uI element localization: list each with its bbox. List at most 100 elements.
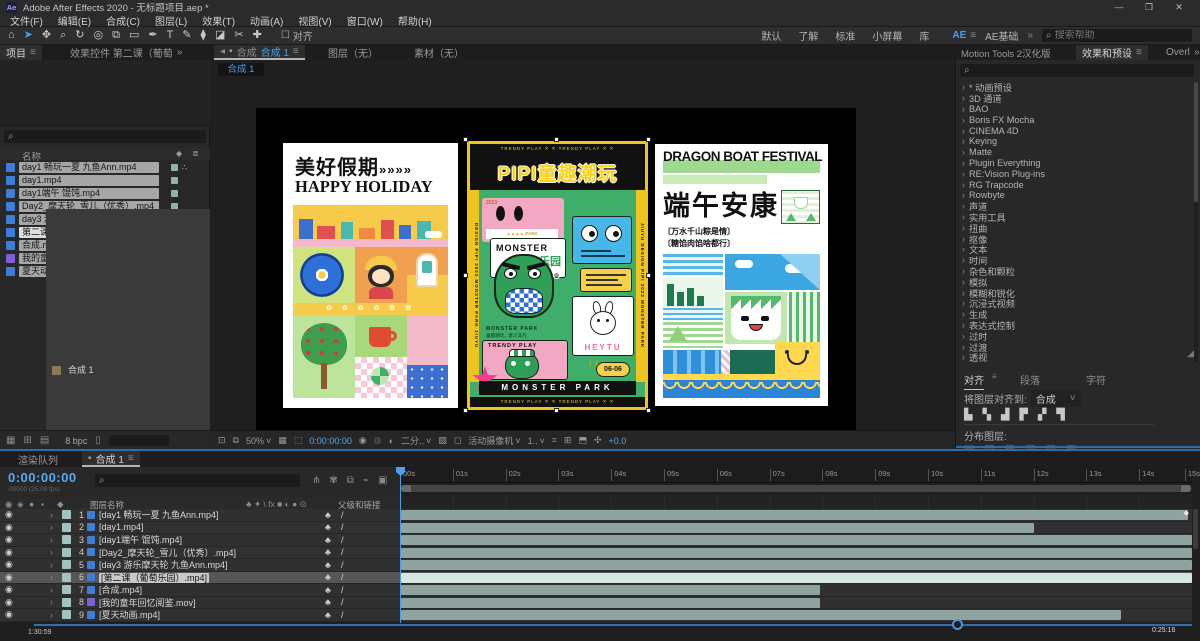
label-color-chip[interactable] (62, 610, 71, 619)
layer-duration-bar[interactable] (401, 548, 1192, 558)
timeline-layer-row[interactable]: ◉ › 8 [我的童年回忆阅鉴.mov] ♣ / @ 无 ˅ (0, 597, 1192, 610)
tag-column-icon[interactable]: ◆ (176, 149, 182, 158)
twirl-icon[interactable]: › (962, 212, 965, 222)
menu-item[interactable]: 图层(L) (155, 13, 187, 28)
label-color-chip[interactable] (171, 177, 178, 184)
timeline-zoom-slider[interactable] (34, 624, 1192, 626)
tool-button[interactable]: ✥ (42, 30, 51, 41)
label-color-chip[interactable] (62, 573, 71, 582)
twirl-icon[interactable]: › (50, 585, 62, 595)
tool-button[interactable]: T (167, 30, 174, 41)
timeline-zoom-knob[interactable] (952, 619, 963, 630)
comp-mini-tab[interactable]: 合成 1 (218, 63, 264, 76)
tool-button[interactable]: ✂ (234, 30, 243, 41)
quality-switch[interactable]: ♣ (325, 585, 341, 595)
workspace-menu-icon[interactable]: ≡ (970, 30, 976, 41)
eye-icon[interactable]: ◉ (0, 572, 14, 583)
composition-mini-flowchart-icon[interactable]: ⋔ (312, 475, 320, 486)
snap-checkbox-icon[interactable]: ☐ (281, 30, 290, 41)
tool-button[interactable]: ✒ (148, 30, 157, 41)
layer-duration-bar[interactable] (401, 560, 1192, 570)
tool-button[interactable]: ↻ (75, 30, 84, 41)
quality-switch[interactable]: ♣ (325, 522, 341, 532)
pickwhip-icon[interactable]: @ (417, 610, 431, 620)
twirl-icon[interactable]: › (962, 180, 965, 190)
parent-dropdown[interactable]: 无 (431, 571, 467, 584)
timeline-layer-row[interactable]: ◉ › 1 [day1 畅玩一夏 九鱼Ann.mp4] ♣ / @ 无 ˅ (0, 509, 1192, 522)
pickwhip-icon[interactable]: @ (417, 572, 431, 582)
effect-category-row[interactable]: › 抠像 (956, 233, 1196, 244)
label-color-chip[interactable] (62, 535, 71, 544)
twirl-icon[interactable]: › (50, 547, 62, 557)
effect-category-row[interactable]: › Boris FX Mocha (956, 114, 1196, 125)
timeline-vertical-scrollbar[interactable] (1193, 509, 1198, 549)
effects-scrollbar[interactable] (1194, 82, 1198, 362)
selection-handle[interactable] (646, 273, 651, 278)
selection-handle[interactable] (554, 137, 559, 142)
workspace-button[interactable]: 小屏幕 (872, 28, 902, 43)
interpret-footage-icon[interactable]: ▦ (6, 435, 15, 446)
project-item-row[interactable]: day1.mp4 ∴ (0, 174, 210, 187)
parent-caret-icon[interactable]: ˅ (467, 547, 472, 557)
timeline-layer-row[interactable]: ◉ › 7 [合成.mp4] ♣ / @ 无 ˅ (0, 584, 1192, 597)
quality-switch[interactable]: ♣ (325, 572, 341, 582)
pixel-aspect-icon[interactable]: ✣ (594, 435, 602, 446)
tool-button[interactable]: ➤ (24, 30, 33, 41)
effect-category-row[interactable]: › Plugin Everything (956, 158, 1196, 169)
maximize-button[interactable]: ❐ (1134, 2, 1164, 13)
tab-project[interactable]: 项目 ≡ (0, 45, 42, 60)
eye-icon[interactable]: ◉ (0, 509, 14, 520)
tab-render-queue[interactable]: 渲染队列 (12, 451, 64, 467)
quality-slash[interactable]: / (341, 610, 357, 620)
flowchart-icon[interactable]: ⌗ (552, 435, 557, 446)
eye-icon[interactable]: ◉ (0, 609, 14, 620)
label-color-chip[interactable] (62, 510, 71, 519)
show-snapshot-icon[interactable]: ◍ (374, 435, 382, 446)
selection-handle[interactable] (463, 273, 468, 278)
twirl-icon[interactable]: › (962, 201, 965, 211)
new-composition-icon[interactable]: ▤ (40, 435, 49, 446)
motion-blur-icon[interactable]: ▣ (378, 475, 387, 486)
twirl-icon[interactable]: › (50, 535, 62, 545)
label-color-chip[interactable] (62, 598, 71, 607)
layer-duration-bar[interactable] (401, 573, 1192, 583)
selection-handle[interactable] (463, 137, 468, 142)
workspace-ae-basic[interactable]: AE基础 (985, 28, 1018, 43)
eye-icon[interactable]: ◉ (0, 547, 14, 558)
tab-effect-controls[interactable]: 效果控件 第二课（葡萄 » (64, 45, 188, 60)
effect-category-row[interactable]: › 文本 (956, 244, 1196, 255)
selection-handle[interactable] (646, 137, 651, 142)
camera-dropdown[interactable]: 活动摄像机˅ (468, 434, 520, 447)
tab-align[interactable]: 对齐 (964, 372, 984, 390)
effect-category-row[interactable]: › Matte (956, 147, 1196, 158)
quality-slash[interactable]: / (341, 535, 357, 545)
pickwhip-icon[interactable]: @ (417, 597, 431, 607)
align-menu-icon[interactable]: ≡ (992, 372, 997, 381)
quality-slash[interactable]: / (341, 560, 357, 570)
twirl-icon[interactable]: › (50, 597, 62, 607)
snap-toggle[interactable]: ☐ 对齐 (281, 28, 313, 43)
parent-dropdown[interactable]: 无 (431, 533, 467, 546)
help-search-input[interactable] (1055, 30, 1188, 41)
twirl-icon[interactable]: › (962, 190, 965, 200)
label-color-chip[interactable] (171, 190, 178, 197)
twirl-icon[interactable]: › (962, 255, 965, 265)
workspace-button[interactable]: 标准 (835, 28, 855, 43)
tool-button[interactable]: ◎ (93, 30, 103, 41)
twirl-icon[interactable]: › (962, 158, 965, 168)
parent-dropdown[interactable]: 无 (431, 521, 467, 534)
effect-category-row[interactable]: › RE:Vision Plug-ins (956, 168, 1196, 179)
pickwhip-icon[interactable]: @ (417, 560, 431, 570)
panel-menu-icon[interactable]: ≡ (30, 47, 36, 58)
parent-caret-icon[interactable]: ˅ (467, 535, 472, 545)
effect-category-row[interactable]: › 透视 (956, 352, 1196, 362)
quality-switch[interactable]: ♣ (325, 560, 341, 570)
timeline-layer-row[interactable]: ◉ › 6 [第二课（葡萄乐园）.mp4] ♣ / @ 无 ˅ (0, 572, 1192, 585)
workspace-ae-badge[interactable]: AE (952, 30, 966, 41)
align-icon[interactable]: ▞ (1038, 409, 1046, 421)
effect-category-row[interactable]: › Keying (956, 136, 1196, 147)
work-area-bar[interactable] (401, 485, 1191, 492)
twirl-icon[interactable]: › (50, 610, 62, 620)
panel-menu-icon[interactable]: ≡ (293, 46, 299, 57)
draft-3d-icon[interactable]: ✾ (329, 475, 337, 486)
